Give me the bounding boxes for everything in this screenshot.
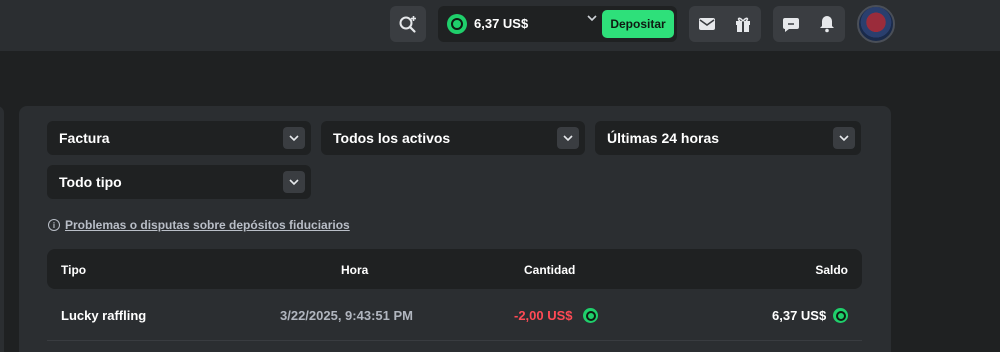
mail-button[interactable] [689,6,725,42]
avatar[interactable] [857,5,895,43]
chat-icon [783,18,799,32]
deposit-button[interactable]: Depositar [602,10,674,38]
chevron-down-icon [283,127,305,149]
mail-icon [699,18,715,30]
row-hora: 3/22/2025, 9:43:51 PM [280,308,413,323]
notifications-button[interactable] [809,6,845,42]
period-filter-value: Últimas 24 horas [607,130,720,146]
chevron-down-icon [557,127,579,149]
row-saldo: 6,37 US$ [772,308,827,323]
column-header-hora: Hora [341,263,369,277]
column-header-tipo: Tipo [61,263,87,277]
gift-icon [736,17,750,32]
chat-notifications-group [773,6,845,42]
side-panel-edge [0,106,4,352]
chat-button[interactable] [773,6,809,42]
top-bar: 6,37 US$ Depositar [0,0,1000,51]
column-header-saldo: Saldo [815,263,848,277]
coin-icon [833,308,848,323]
wallet-balance: 6,37 US$ [474,16,529,31]
bell-icon [820,16,834,33]
row-tipo: Lucky raffling [61,308,147,323]
kind-filter-select[interactable]: Todo tipo [47,165,311,199]
table-row: Lucky raffling 3/22/2025, 9:43:51 PM -2,… [47,297,862,341]
fiat-disputes-link[interactable]: Problemas o disputas sobre depósitos fid… [65,218,350,232]
type-filter-select[interactable]: Factura [47,121,311,155]
kind-filter-value: Todo tipo [59,174,122,190]
period-filter-select[interactable]: Últimas 24 horas [595,121,861,155]
chevron-down-icon [283,171,305,193]
chevron-down-icon [833,127,855,149]
messages-rewards-group [689,6,761,42]
info-icon: i [48,219,60,231]
search-plus-icon [399,16,416,33]
rewards-button[interactable] [725,6,761,42]
table-header: Tipo Hora Cantidad Saldo [47,249,862,289]
column-header-cantidad: Cantidad [524,263,576,277]
chevron-down-icon[interactable] [587,14,597,22]
row-cantidad: -2,00 US$ [514,308,573,323]
assets-filter-select[interactable]: Todos los activos [321,121,585,155]
search-button[interactable] [390,6,426,42]
coin-icon [447,14,467,34]
coin-icon [583,308,598,323]
assets-filter-value: Todos los activos [333,130,451,146]
type-filter-value: Factura [59,130,110,146]
